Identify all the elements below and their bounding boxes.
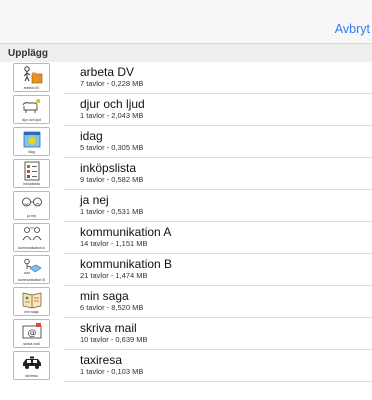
list-item[interactable]: arbeta DV arbeta DV 7 tavlor - 0,228 MB (0, 62, 372, 94)
thumbnail-caption: min saga (24, 310, 39, 314)
list-item[interactable]: kommunikation B kommunikation B 21 tavlo… (0, 254, 372, 286)
list-item[interactable]: djur och ljud djur och ljud 1 tavlor - 2… (0, 94, 372, 126)
shopping-list-icon (24, 161, 40, 181)
board-name: skriva mail (80, 321, 137, 335)
board-name: ja nej (80, 193, 109, 207)
board-info: 14 tavlor - 1,151 MB (80, 239, 148, 248)
thumbnail-caption: arbeta DV (23, 86, 40, 90)
calendar-sun-icon (23, 131, 41, 148)
section-header: Upplägg (0, 44, 372, 62)
taxi-icon (23, 356, 41, 369)
board-name: min saga (80, 289, 129, 303)
section-title: Upplägg (8, 48, 48, 59)
thumbnail-caption: inköpslista (23, 182, 40, 186)
cow-bird-icon (22, 99, 40, 113)
list-item[interactable]: min saga min saga 6 tavlor - 8,520 MB (0, 286, 372, 318)
list-item[interactable]: idag idag 5 tavlor - 0,305 MB (0, 126, 372, 158)
thumbnail-caption: taxiresa (25, 374, 38, 378)
list-item[interactable]: inköpslista inköpslista 9 tavlor - 0,582… (0, 158, 372, 190)
board-info: 5 tavlor - 0,305 MB (80, 143, 144, 152)
board-info: 6 tavlor - 8,520 MB (80, 303, 144, 312)
board-thumbnail: @ skriva mail (13, 319, 50, 348)
board-info: 9 tavlor - 0,582 MB (80, 175, 144, 184)
board-thumbnail: djur och ljud (13, 95, 50, 124)
board-info: 1 tavlor - 0,103 MB (80, 367, 144, 376)
board-name: arbeta DV (80, 65, 135, 79)
board-thumbnail: idag (13, 127, 50, 156)
communication-book-icon (24, 258, 42, 274)
list-item[interactable]: @ skriva mail skriva mail 10 tavlor - 0,… (0, 318, 372, 350)
board-thumbnail: inköpslista (13, 159, 50, 188)
navigation-bar: Avbryt (0, 0, 372, 44)
board-thumbnail: ja nej (13, 191, 50, 220)
board-name: inköpslista (80, 161, 137, 175)
board-thumbnail: kommunikation B (13, 255, 50, 284)
board-info: 10 tavlor - 0,639 MB (80, 335, 148, 344)
board-name: kommunikation B (80, 257, 173, 271)
list-item[interactable]: ja nej ja nej 1 tavlor - 0,531 MB (0, 190, 372, 222)
board-name: idag (80, 129, 103, 143)
thumbnail-caption: kommunikation B (18, 278, 45, 282)
thumbnail-caption: skriva mail (23, 342, 40, 346)
cancel-button[interactable]: Avbryt (335, 22, 370, 36)
thumbnail-caption: ja nej (27, 214, 36, 218)
board-thumbnail: kommunikation A (13, 223, 50, 252)
board-thumbnail: min saga (13, 287, 50, 316)
folder-person-icon (23, 66, 43, 84)
board-set-list: arbeta DV arbeta DV 7 tavlor - 0,228 MB … (0, 62, 372, 382)
board-info: 21 tavlor - 1,474 MB (80, 271, 148, 280)
yes-no-faces-icon (22, 197, 42, 207)
board-info: 1 tavlor - 2,043 MB (80, 111, 144, 120)
board-name: djur och ljud (80, 97, 145, 111)
email-icon: @ (22, 323, 42, 339)
board-name: taxiresa (80, 353, 123, 367)
board-thumbnail: taxiresa (13, 351, 50, 380)
board-name: kommunikation A (80, 225, 172, 239)
list-item[interactable]: taxiresa taxiresa 1 tavlor - 0,103 MB (0, 350, 372, 382)
board-info: 7 tavlor - 0,228 MB (80, 79, 144, 88)
board-info: 1 tavlor - 0,531 MB (80, 207, 144, 216)
board-thumbnail: arbeta DV (13, 63, 50, 92)
svg-text:@: @ (28, 329, 37, 339)
thumbnail-caption: kommunikation A (18, 246, 45, 250)
storybook-icon (22, 292, 42, 309)
list-item[interactable]: kommunikation A kommunikation A 14 tavlo… (0, 222, 372, 254)
conversation-icon (22, 227, 42, 241)
thumbnail-caption: idag (28, 150, 35, 154)
thumbnail-caption: djur och ljud (22, 118, 41, 122)
